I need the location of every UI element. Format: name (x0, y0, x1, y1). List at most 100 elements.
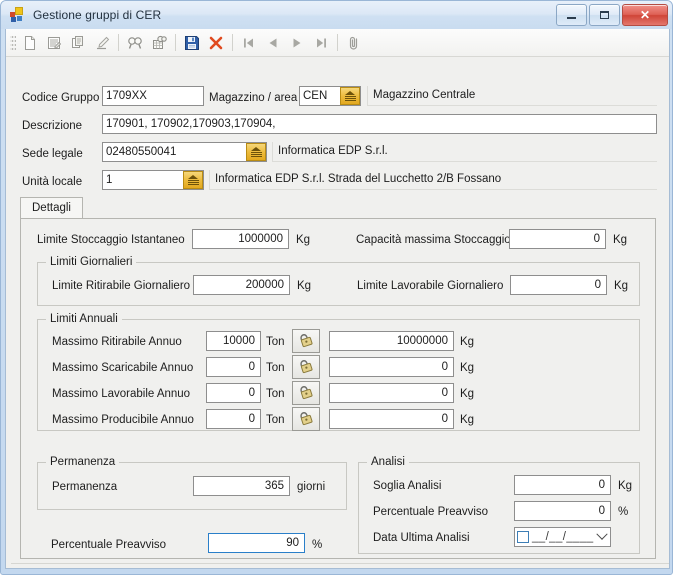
descrizione-input[interactable] (102, 114, 657, 134)
window-title: Gestione gruppi di CER (33, 8, 162, 22)
analisi-percentuale-preavviso-input[interactable] (514, 501, 611, 521)
massimo-scaricabile-annuo-ton-input[interactable] (206, 357, 261, 377)
delete-icon (209, 36, 223, 49)
massimo-ritirabile-annuo-ton-unit: Ton (266, 336, 285, 348)
massimo-lavorabile-annuo-kg-unit: Kg (460, 388, 475, 400)
capacita-massima-stoccaggio-input[interactable] (509, 229, 606, 249)
toolbar (6, 29, 669, 57)
massimo-ritirabile-annuo-kg-input[interactable] (329, 331, 454, 351)
status-bar (11, 563, 669, 568)
data-ultima-analisi-checkbox[interactable] (517, 531, 529, 543)
percentuale-preavviso-left-label: Percentuale Preavviso (51, 539, 167, 551)
limite-lavorabile-giornaliero-unit: Kg (614, 280, 629, 292)
massimo-ritirabile-annuo-ton-input[interactable] (206, 331, 261, 351)
percentuale-preavviso-left-input[interactable] (208, 533, 305, 553)
permanenza-input[interactable] (193, 476, 290, 496)
padlock-icon (300, 412, 313, 426)
massimo-producibile-annuo-kg-unit: Kg (460, 414, 475, 426)
limite-lavorabile-giornaliero-input[interactable] (510, 275, 607, 295)
last-record-button[interactable] (309, 31, 333, 54)
massimo-lavorabile-annuo-lock-button[interactable] (292, 381, 320, 405)
magazzino-lookup-button[interactable] (340, 87, 360, 105)
next-record-button[interactable] (285, 31, 309, 54)
descrizione-label: Descrizione (22, 120, 83, 132)
limite-ritirabile-giornaliero-label: Limite Ritirabile Giornaliero (52, 280, 191, 292)
codice-gruppo-input[interactable] (102, 86, 204, 106)
erase-icon (97, 36, 110, 49)
capacita-massima-stoccaggio-label: Capacità massima Stoccaggio (356, 234, 511, 246)
save-button[interactable] (180, 31, 204, 54)
analisi-percentuale-preavviso-label: Percentuale Preavviso (373, 506, 489, 518)
application-window: Gestione gruppi di CER ✕ Codice Gruppo 1… (0, 0, 673, 575)
massimo-scaricabile-annuo-kg-input[interactable] (329, 357, 454, 377)
prev-record-icon (269, 38, 277, 47)
soglia-analisi-input[interactable] (514, 475, 611, 495)
massimo-lavorabile-annuo-ton-input[interactable] (206, 383, 261, 403)
next-record-icon (293, 38, 301, 47)
analisi-percentuale-preavviso-unit: % (618, 506, 629, 518)
massimo-ritirabile-annuo-label: Massimo Ritirabile Annuo (52, 336, 182, 348)
first-record-icon (244, 38, 253, 47)
maximize-icon (600, 11, 609, 19)
massimo-lavorabile-annuo-kg-input[interactable] (329, 383, 454, 403)
unita-locale-lookup-button[interactable] (183, 171, 203, 189)
massimo-producibile-annuo-kg-input[interactable] (329, 409, 454, 429)
limite-stoccaggio-istantaneo-label: Limite Stoccaggio Istantaneo (37, 234, 185, 246)
sede-legale-lookup-button[interactable] (246, 143, 266, 161)
tab-strip: Dettagli (20, 197, 656, 219)
permanenza-unit: giorni (297, 481, 326, 493)
tab-page-dettagli: Limite Stoccaggio Istantaneo Kg Capacità… (20, 218, 656, 559)
massimo-ritirabile-annuo-lock-button[interactable] (292, 329, 320, 353)
minimize-button[interactable] (556, 4, 587, 26)
toolbar-separator-2 (175, 34, 176, 51)
massimo-scaricabile-annuo-lock-button[interactable] (292, 355, 320, 379)
massimo-lavorabile-annuo-ton-unit: Ton (266, 388, 285, 400)
close-button[interactable]: ✕ (622, 4, 668, 26)
chevron-down-icon[interactable] (594, 528, 610, 541)
percentuale-preavviso-left-unit: % (312, 539, 323, 551)
massimo-producibile-annuo-ton-input[interactable] (206, 409, 261, 429)
first-record-button[interactable] (237, 31, 261, 54)
data-ultima-analisi-datepicker[interactable]: __/__/____ (514, 527, 611, 547)
sede-legale-description: Informatica EDP S.r.l. (272, 142, 657, 162)
copy-button[interactable] (66, 31, 90, 54)
limite-stoccaggio-istantaneo-input[interactable] (192, 229, 289, 249)
delete-button[interactable] (204, 31, 228, 54)
padlock-icon (300, 334, 313, 348)
find-table-icon (153, 35, 167, 49)
group-permanenza-title: Permanenza (46, 456, 120, 468)
tab-dettagli[interactable]: Dettagli (20, 197, 83, 219)
client-area: Codice Gruppo Magazzino / area Magazzino… (5, 29, 670, 569)
massimo-producibile-annuo-lock-button[interactable] (292, 407, 320, 431)
group-permanenza: Permanenza Permanenza giorni (37, 456, 347, 510)
title-bar[interactable]: Gestione gruppi di CER ✕ (1, 1, 672, 29)
find-button[interactable] (123, 31, 147, 54)
limite-ritirabile-giornaliero-unit: Kg (297, 280, 312, 292)
unita-locale-description: Informatica EDP S.r.l. Strada del Lucche… (209, 170, 657, 190)
limite-ritirabile-giornaliero-input[interactable] (193, 275, 290, 295)
form-icon (10, 7, 26, 23)
maximize-button[interactable] (589, 4, 620, 26)
edit-document-button[interactable] (42, 31, 66, 54)
group-limiti-giornalieri: Limiti Giornalieri Limite Ritirabile Gio… (37, 256, 640, 306)
massimo-scaricabile-annuo-label: Massimo Scaricabile Annuo (52, 362, 194, 374)
find-table-button[interactable] (147, 31, 171, 54)
window-controls: ✕ (556, 4, 668, 26)
prev-record-button[interactable] (261, 31, 285, 54)
group-analisi-title: Analisi (367, 456, 409, 468)
find-icon (128, 36, 142, 49)
erase-button[interactable] (90, 31, 114, 54)
attachment-button[interactable] (342, 31, 366, 54)
copy-icon (72, 35, 83, 48)
capacita-massima-stoccaggio-unit: Kg (613, 234, 628, 246)
toolbar-grip[interactable] (10, 33, 16, 52)
new-document-button[interactable] (18, 31, 42, 54)
group-limiti-annuali-title: Limiti Annuali (46, 313, 122, 325)
new-document-icon (25, 35, 35, 50)
massimo-lavorabile-annuo-label: Massimo Lavorabile Annuo (52, 388, 191, 400)
attachment-icon (349, 36, 358, 50)
massimo-producibile-annuo-label: Massimo Producibile Annuo (52, 414, 194, 426)
sede-legale-input[interactable] (102, 142, 267, 162)
magazzino-description: Magazzino Centrale (367, 86, 657, 106)
minimize-icon (567, 17, 576, 19)
